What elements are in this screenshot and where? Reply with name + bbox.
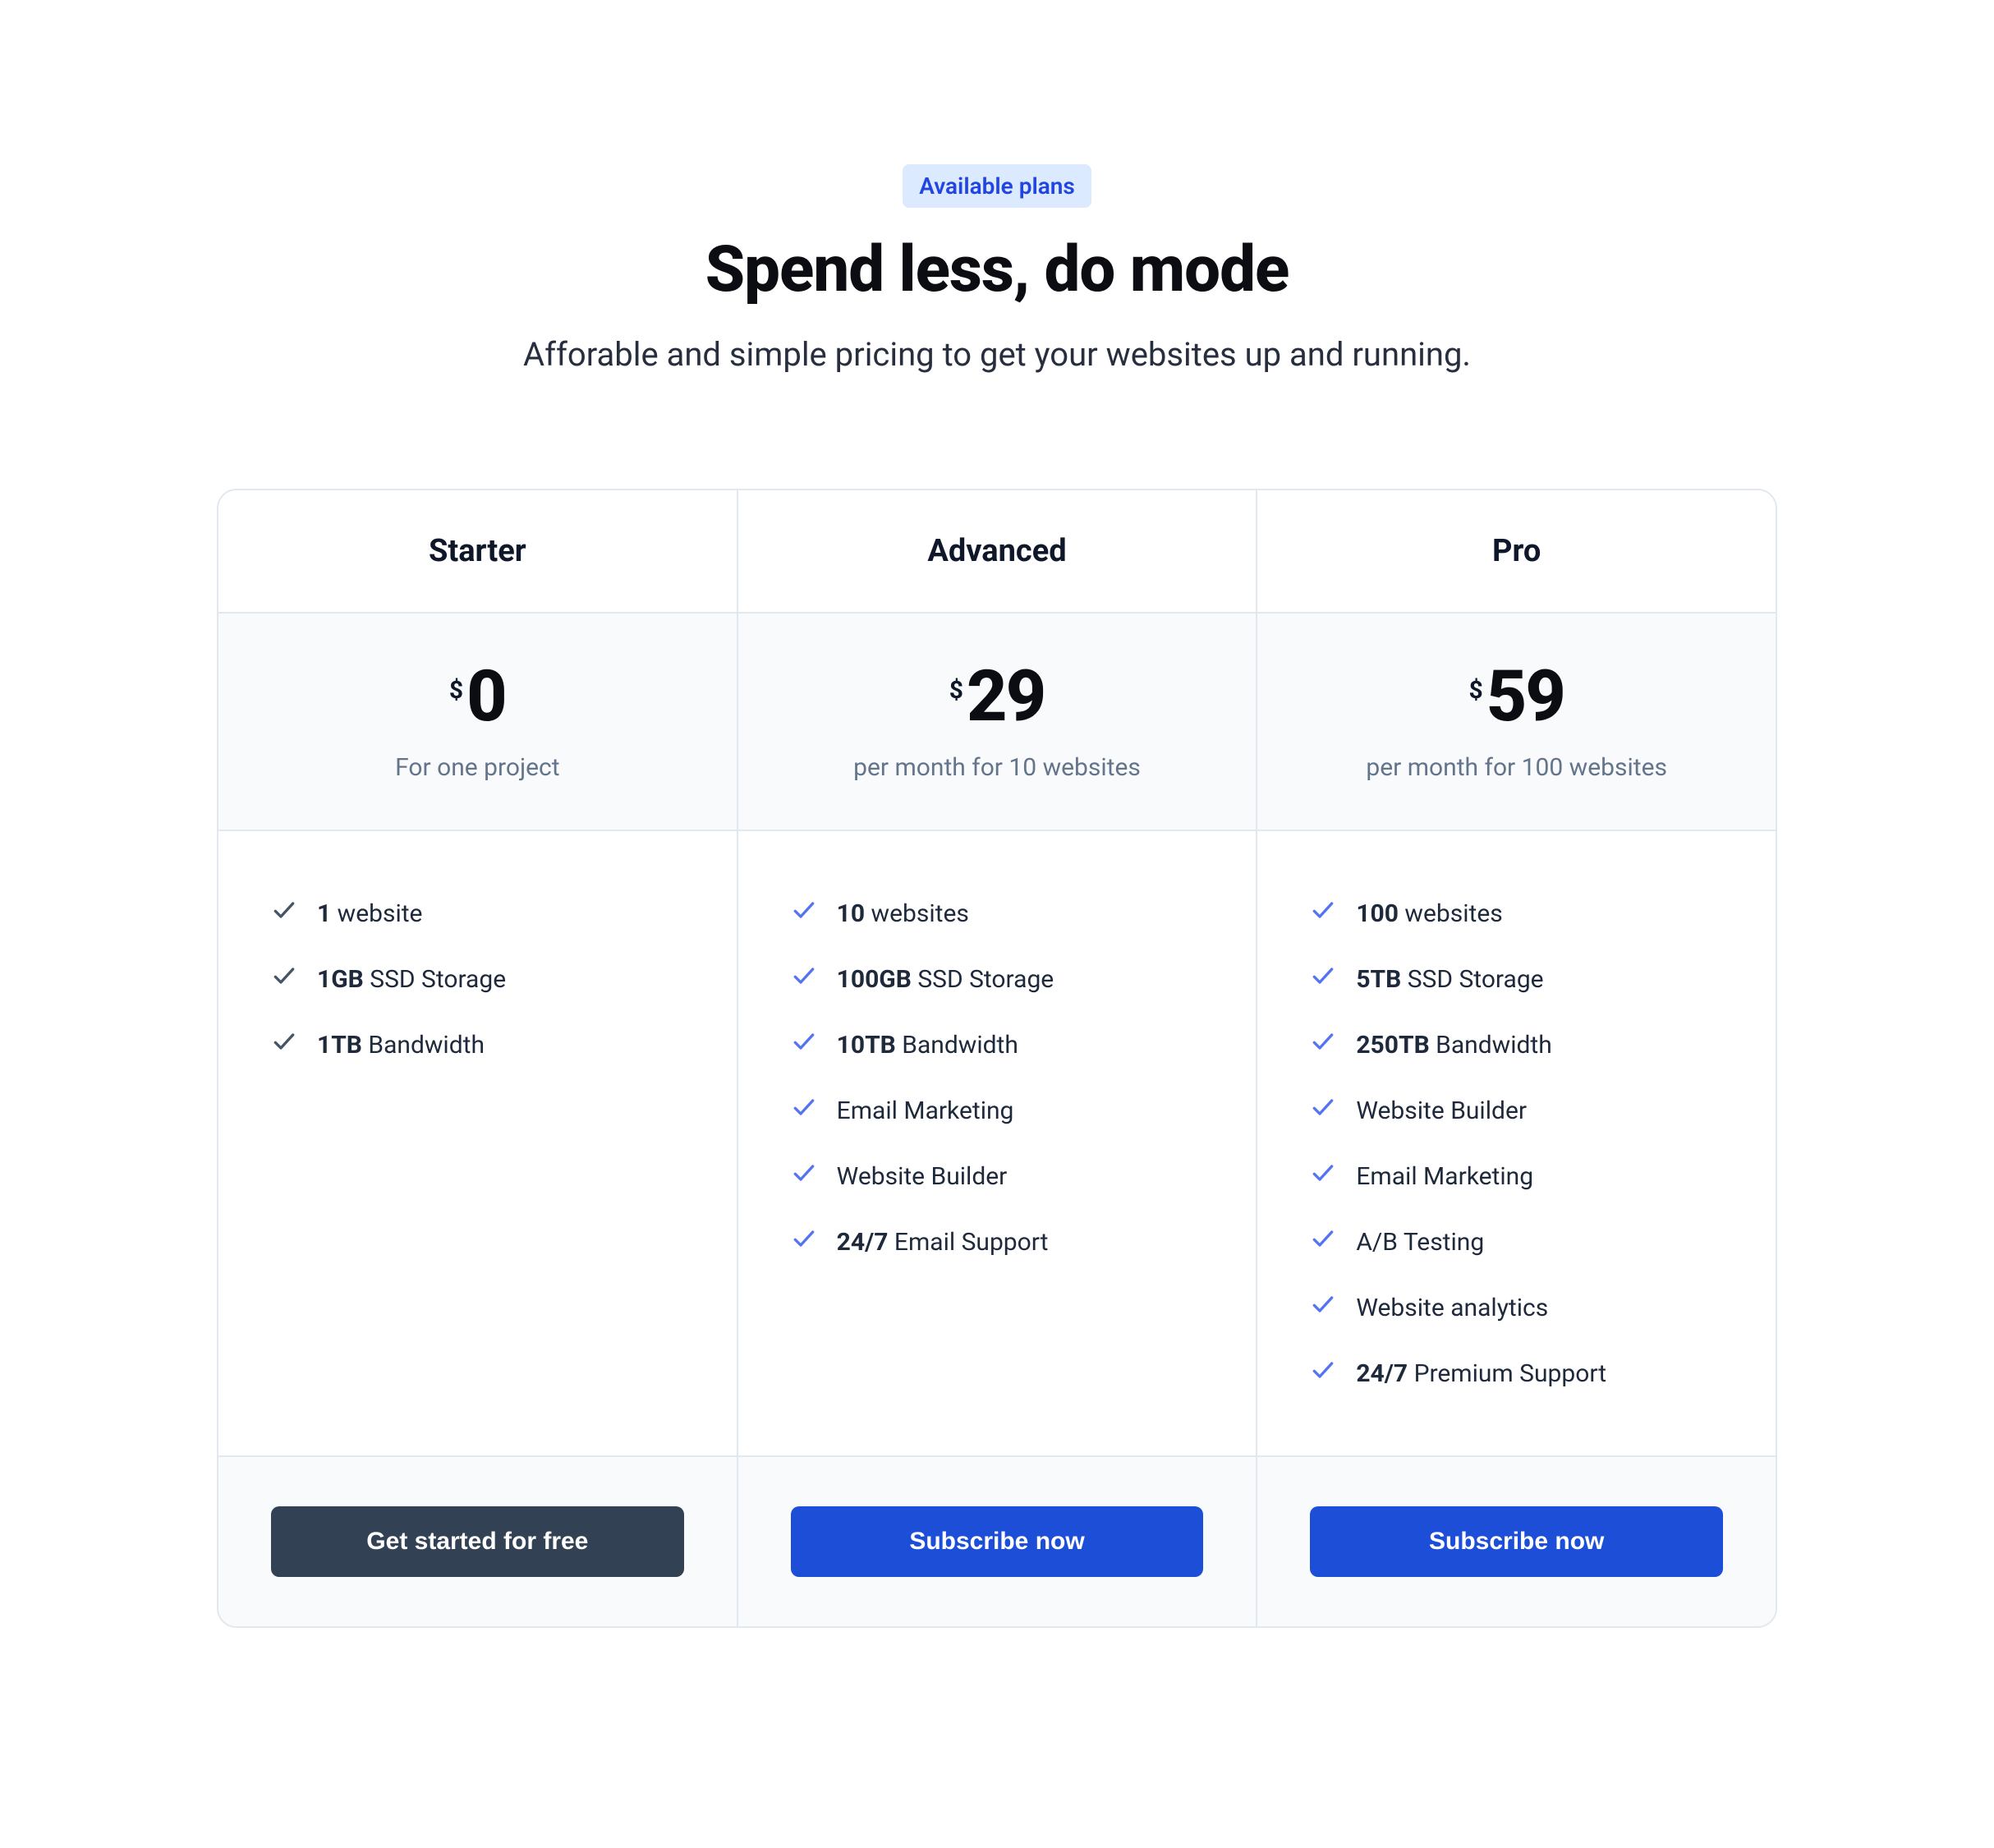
price-description: per month for 10 websites bbox=[755, 753, 1240, 782]
feature-text: Email Marketing bbox=[1356, 1162, 1533, 1191]
feature-text: 24/7 Premium Support bbox=[1356, 1359, 1606, 1388]
feature-item: 100 websites bbox=[1310, 880, 1723, 946]
check-icon bbox=[791, 1160, 817, 1193]
currency-symbol: $ bbox=[949, 676, 963, 705]
check-icon bbox=[1310, 1094, 1336, 1127]
get-started-button[interactable]: Get started for free bbox=[271, 1506, 684, 1577]
feature-text: 10 websites bbox=[837, 899, 969, 928]
check-icon bbox=[1310, 1225, 1336, 1258]
plan-name: Pro bbox=[1257, 490, 1776, 614]
feature-item: 24/7 Email Support bbox=[791, 1209, 1204, 1275]
check-icon bbox=[791, 897, 817, 930]
feature-text: Website Builder bbox=[1356, 1096, 1527, 1125]
feature-item: Email Marketing bbox=[1310, 1143, 1723, 1209]
feature-text: Website Builder bbox=[837, 1162, 1008, 1191]
subscribe-button[interactable]: Subscribe now bbox=[791, 1506, 1204, 1577]
price-description: For one project bbox=[235, 753, 720, 782]
plan-name: Advanced bbox=[738, 490, 1257, 614]
feature-text: 1TB Bandwidth bbox=[317, 1031, 485, 1060]
feature-list: 10 websites 100GB SSD Storage 10TB Bandwid… bbox=[738, 831, 1257, 1455]
plan-price-box: $29 per month for 10 websites bbox=[738, 614, 1257, 831]
feature-text: 1GB SSD Storage bbox=[317, 965, 506, 994]
feature-text: 1 website bbox=[317, 899, 422, 928]
feature-text: 10TB Bandwidth bbox=[837, 1031, 1018, 1060]
feature-item: 100GB SSD Storage bbox=[791, 946, 1204, 1012]
feature-text: Email Marketing bbox=[837, 1096, 1014, 1125]
feature-item: 10TB Bandwidth bbox=[791, 1012, 1204, 1078]
feature-item: 1TB Bandwidth bbox=[271, 1012, 684, 1078]
subscribe-button[interactable]: Subscribe now bbox=[1310, 1506, 1723, 1577]
feature-item: Website Builder bbox=[1310, 1078, 1723, 1143]
feature-item: A/B Testing bbox=[1310, 1209, 1723, 1275]
feature-item: Email Marketing bbox=[791, 1078, 1204, 1143]
feature-text: Website analytics bbox=[1356, 1294, 1548, 1322]
plan-cta-row: Subscribe now bbox=[1257, 1455, 1776, 1626]
check-icon bbox=[271, 1028, 297, 1061]
check-icon bbox=[1310, 1028, 1336, 1061]
plans-badge: Available plans bbox=[903, 164, 1091, 208]
feature-item: 1GB SSD Storage bbox=[271, 946, 684, 1012]
check-icon bbox=[791, 963, 817, 995]
plan-column-advanced: Advanced $29 per month for 10 websites 10 w… bbox=[737, 490, 1257, 1626]
plan-column-starter: Starter $0 For one project 1 website 1GB SSD… bbox=[218, 490, 737, 1626]
feature-text: 100GB SSD Storage bbox=[837, 965, 1054, 994]
plan-name: Starter bbox=[218, 490, 737, 614]
feature-item: 250TB Bandwidth bbox=[1310, 1012, 1723, 1078]
feature-text: 5TB SSD Storage bbox=[1356, 965, 1543, 994]
feature-list: 100 websites 5TB SSD Storage 250TB Bandwid… bbox=[1257, 831, 1776, 1455]
check-icon bbox=[271, 897, 297, 930]
check-icon bbox=[1310, 1357, 1336, 1390]
feature-item: Website Builder bbox=[791, 1143, 1204, 1209]
feature-text: 24/7 Email Support bbox=[837, 1228, 1049, 1257]
check-icon bbox=[271, 963, 297, 995]
plan-price-box: $0 For one project bbox=[218, 614, 737, 831]
feature-item: 1 website bbox=[271, 880, 684, 946]
feature-text: 100 websites bbox=[1356, 899, 1502, 928]
plan-cta-row: Subscribe now bbox=[738, 1455, 1257, 1626]
price-amount: 29 bbox=[967, 661, 1045, 732]
check-icon bbox=[1310, 963, 1336, 995]
currency-symbol: $ bbox=[449, 676, 463, 705]
check-icon bbox=[1310, 897, 1336, 930]
feature-list: 1 website 1GB SSD Storage 1TB Bandwidth bbox=[218, 831, 737, 1455]
pricing-table: Starter $0 For one project 1 website 1GB SSD… bbox=[217, 489, 1777, 1628]
feature-item: 24/7 Premium Support bbox=[1310, 1340, 1723, 1406]
check-icon bbox=[791, 1028, 817, 1061]
page-subtitle: Afforable and simple pricing to get your… bbox=[217, 335, 1777, 374]
plan-price-box: $59 per month for 100 websites bbox=[1257, 614, 1776, 831]
pricing-header: Available plans Spend less, do mode Affo… bbox=[217, 164, 1777, 374]
feature-item: 10 websites bbox=[791, 880, 1204, 946]
check-icon bbox=[791, 1094, 817, 1127]
price-description: per month for 100 websites bbox=[1274, 753, 1759, 782]
check-icon bbox=[1310, 1291, 1336, 1324]
price-amount: 59 bbox=[1486, 661, 1564, 732]
feature-text: A/B Testing bbox=[1356, 1228, 1484, 1257]
plan-cta-row: Get started for free bbox=[218, 1455, 737, 1626]
feature-item: Website analytics bbox=[1310, 1275, 1723, 1340]
feature-text: 250TB Bandwidth bbox=[1356, 1031, 1551, 1060]
page-title: Spend less, do mode bbox=[217, 232, 1777, 307]
currency-symbol: $ bbox=[1468, 676, 1482, 705]
check-icon bbox=[791, 1225, 817, 1258]
plan-column-pro: Pro $59 per month for 100 websites 100 webs… bbox=[1256, 490, 1776, 1626]
check-icon bbox=[1310, 1160, 1336, 1193]
feature-item: 5TB SSD Storage bbox=[1310, 946, 1723, 1012]
price-amount: 0 bbox=[466, 661, 506, 732]
